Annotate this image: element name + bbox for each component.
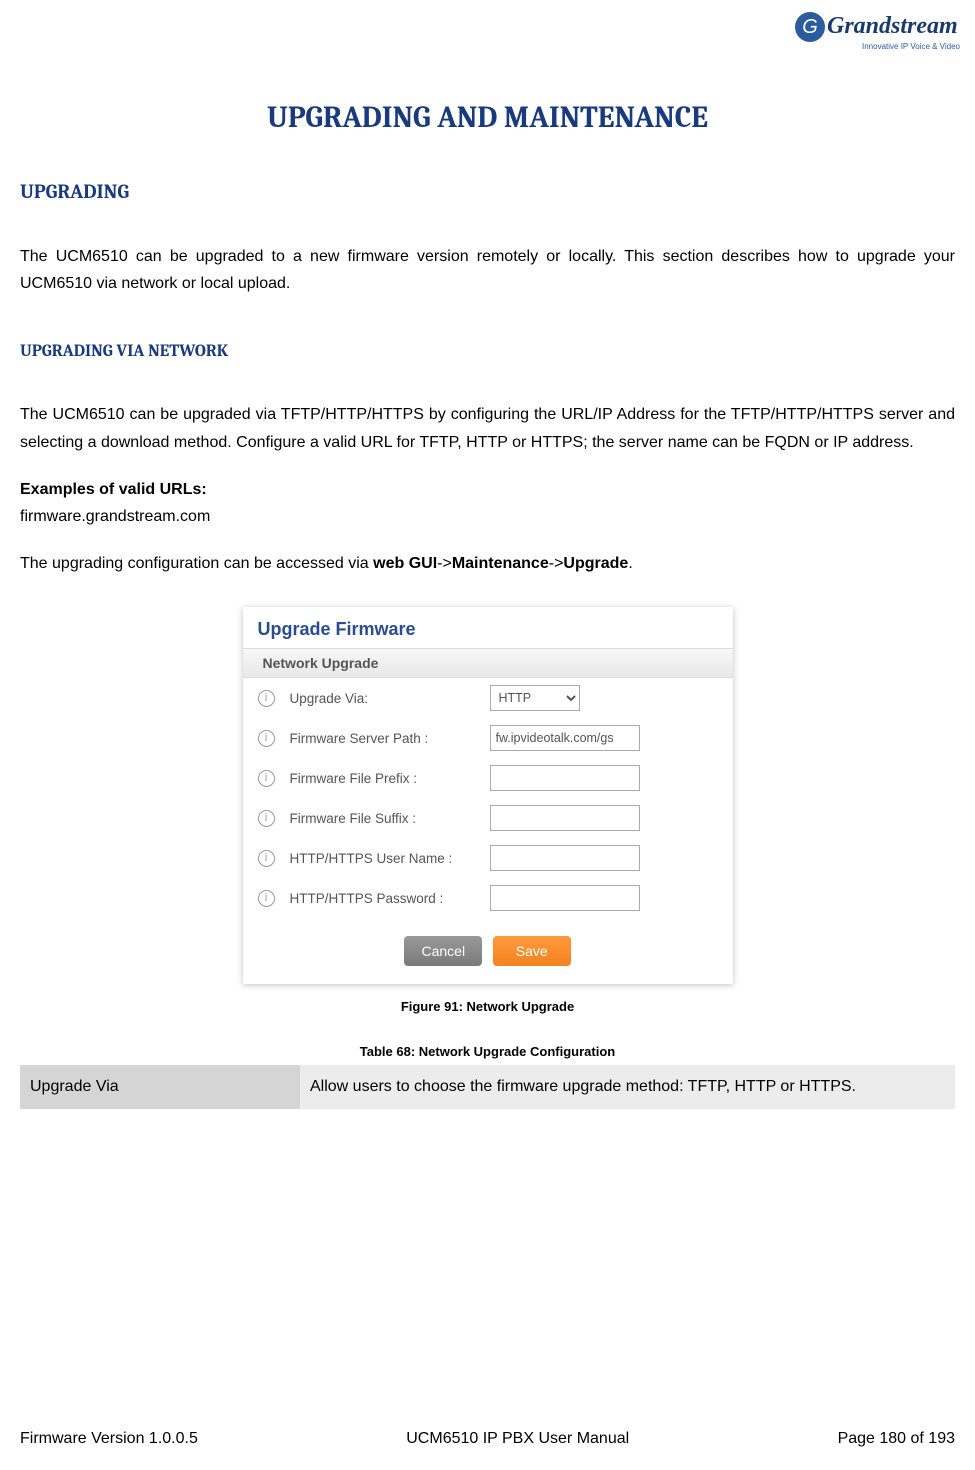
row-firmware-server-path: i Firmware Server Path : (243, 718, 733, 758)
panel-title: Upgrade Firmware (243, 607, 733, 648)
info-icon[interactable]: i (258, 770, 275, 787)
label-http-username: HTTP/HTTPS User Name : (290, 851, 490, 866)
info-icon[interactable]: i (258, 810, 275, 827)
examples-url: firmware.grandstream.com (20, 503, 955, 530)
label-http-password: HTTP/HTTPS Password : (290, 891, 490, 906)
panel-buttons: Cancel Save (243, 918, 733, 966)
upgrade-firmware-panel: Upgrade Firmware Network Upgrade i Upgra… (243, 607, 733, 984)
section-upgrading-title: UPGRADING (20, 180, 955, 203)
row-upgrade-via: i Upgrade Via: HTTP (243, 678, 733, 718)
table-row: Upgrade Via Allow users to choose the fi… (20, 1065, 955, 1108)
input-firmware-server-path[interactable] (490, 725, 640, 751)
logo-brand-text: Grandstream (827, 13, 958, 39)
panel-subtitle: Network Upgrade (243, 648, 733, 678)
label-firmware-file-prefix: Firmware File Prefix : (290, 771, 490, 786)
input-firmware-file-prefix[interactable] (490, 765, 640, 791)
para2-b1: web GUI (373, 555, 437, 572)
section-upgrading-para: The UCM6510 can be upgraded to a new fir… (20, 243, 955, 297)
footer-manual-title: UCM6510 IP PBX User Manual (406, 1430, 629, 1448)
page-title: UPGRADING AND MAINTENANCE (20, 100, 955, 135)
label-upgrade-via: Upgrade Via: (290, 691, 490, 706)
row-http-username: i HTTP/HTTPS User Name : (243, 838, 733, 878)
row-firmware-file-prefix: i Firmware File Prefix : (243, 758, 733, 798)
label-firmware-file-suffix: Firmware File Suffix : (290, 811, 490, 826)
page-footer: Firmware Version 1.0.0.5 UCM6510 IP PBX … (20, 1430, 955, 1448)
info-icon[interactable]: i (258, 850, 275, 867)
info-icon[interactable]: i (258, 890, 275, 907)
footer-firmware-version: Firmware Version 1.0.0.5 (20, 1430, 198, 1448)
para2-b2: Maintenance (452, 555, 549, 572)
figure-caption: Figure 91: Network Upgrade (20, 999, 955, 1014)
input-firmware-file-suffix[interactable] (490, 805, 640, 831)
select-upgrade-via[interactable]: HTTP (490, 685, 580, 711)
label-firmware-server-path: Firmware Server Path : (290, 731, 490, 746)
section-upgrading-network-para1: The UCM6510 can be upgraded via TFTP/HTT… (20, 401, 955, 455)
config-table: Upgrade Via Allow users to choose the fi… (20, 1065, 955, 1108)
info-icon[interactable]: i (258, 730, 275, 747)
figure-container: Upgrade Firmware Network Upgrade i Upgra… (20, 607, 955, 984)
input-http-username[interactable] (490, 845, 640, 871)
table-caption: Table 68: Network Upgrade Configuration (20, 1044, 955, 1059)
info-icon[interactable]: i (258, 690, 275, 707)
table-cell-label: Upgrade Via (20, 1065, 300, 1108)
input-http-password[interactable] (490, 885, 640, 911)
logo-tagline: Innovative IP Voice & Video (795, 42, 960, 51)
section-upgrading-network-para2: The upgrading configuration can be acces… (20, 550, 955, 577)
para2-sep1: -> (437, 555, 452, 572)
footer-page-number: Page 180 of 193 (838, 1430, 955, 1448)
table-cell-desc: Allow users to choose the firmware upgra… (300, 1065, 955, 1108)
para2-pre: The upgrading configuration can be acces… (20, 555, 373, 572)
section-upgrading-network-title: UPGRADING VIA NETWORK (20, 342, 955, 361)
para2-sep2: -> (549, 555, 564, 572)
para2-b3: Upgrade (563, 555, 628, 572)
row-http-password: i HTTP/HTTPS Password : (243, 878, 733, 918)
brand-logo: GGrandstream Innovative IP Voice & Video (795, 12, 960, 67)
logo-g-icon: G (795, 12, 825, 42)
examples-label: Examples of valid URLs: (20, 476, 955, 503)
row-firmware-file-suffix: i Firmware File Suffix : (243, 798, 733, 838)
cancel-button[interactable]: Cancel (404, 936, 482, 966)
save-button[interactable]: Save (493, 936, 571, 966)
para2-end: . (628, 555, 632, 572)
